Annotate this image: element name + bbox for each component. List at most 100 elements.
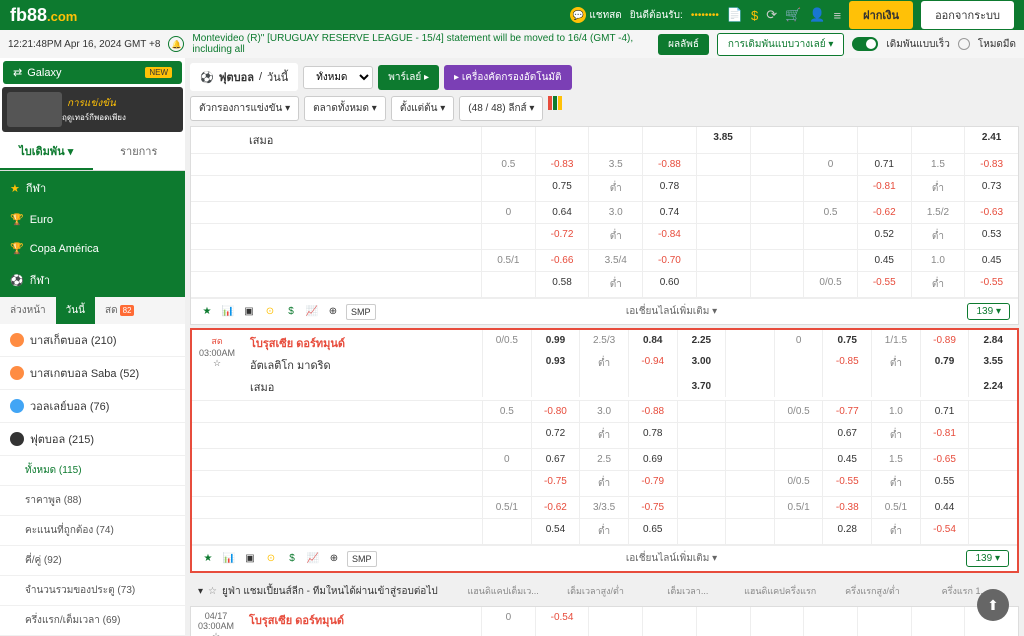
odds-cell[interactable]: 1.0 (911, 250, 965, 271)
smp-button[interactable]: SMP (346, 304, 376, 320)
odds-cell[interactable]: -0.66 (535, 250, 589, 271)
user-icon[interactable]: 👤 (809, 7, 825, 23)
odds-cell[interactable] (677, 423, 726, 448)
league-filter[interactable]: (48 / 48) ลีกส์ ▾ (459, 96, 543, 121)
subtab-live[interactable]: สด82 (95, 297, 145, 324)
odds-cell[interactable]: 0.5 (803, 202, 857, 223)
odds-cell[interactable] (677, 497, 726, 518)
odds-cell[interactable] (481, 272, 535, 297)
odds-cell[interactable] (968, 471, 1017, 496)
chart-icon[interactable]: 📈 (304, 304, 320, 320)
odds-cell[interactable]: 0.60 (642, 272, 696, 297)
odds-cell[interactable] (750, 202, 804, 223)
sport-subitem[interactable]: คะแนนที่ถูกต้อง (74) (0, 516, 185, 546)
odds-cell[interactable]: -0.55 (964, 272, 1018, 297)
odds-cell[interactable]: 0.78 (642, 176, 696, 201)
odds-cell[interactable]: 0 (774, 330, 823, 351)
odds-cell[interactable] (482, 519, 531, 544)
odds-cell[interactable]: 0.55 (920, 471, 969, 496)
odds-cell[interactable]: ต่ำ (911, 176, 965, 201)
odds-cell[interactable]: -0.62 (857, 202, 911, 223)
odds-cell[interactable]: -0.65 (920, 449, 969, 470)
odds-cell[interactable]: 3.5 (588, 154, 642, 175)
odds-cell[interactable]: 2.24 (968, 376, 1017, 397)
sport-subitem[interactable]: ครึ่งแรก/เต็มเวลา (69) (0, 606, 185, 636)
odds-cell[interactable] (628, 376, 677, 397)
odds-cell[interactable] (750, 250, 804, 271)
odds-cell[interactable]: -0.63 (964, 202, 1018, 223)
odds-cell[interactable]: ต่ำ (911, 224, 965, 249)
stream-icon[interactable]: ▣ (242, 551, 258, 567)
odds-cell[interactable]: 0 (803, 154, 857, 175)
sport-subitem[interactable]: ทั้งหมด (115) (0, 456, 185, 486)
sport-item[interactable]: วอลเลย์บอล (76) (0, 390, 185, 423)
odds-cell[interactable]: 0.5/1 (871, 497, 920, 518)
odds-cell[interactable]: -0.81 (920, 423, 969, 448)
odds-cell[interactable]: -0.79 (628, 471, 677, 496)
star-icon[interactable]: ☆ (196, 358, 238, 369)
odds-cell[interactable] (871, 376, 920, 397)
coin-icon[interactable]: ⊙ (263, 551, 279, 567)
expand-lines[interactable]: เอเชี่ยนไลน์เพิ่มเติม ▾ (626, 304, 717, 319)
results-button[interactable]: ผลลัพธ์ (658, 34, 709, 55)
odds-cell[interactable] (774, 423, 823, 448)
market-count[interactable]: 139 ▾ (967, 303, 1010, 320)
odds-cell[interactable]: 3/3.5 (579, 497, 628, 518)
odds-cell[interactable]: 3.0 (579, 401, 628, 422)
sport-item[interactable]: ฟุตบอล (215) (0, 423, 185, 456)
odds-cell[interactable] (481, 176, 535, 201)
logo[interactable]: fb88.com (10, 5, 77, 26)
odds-cell[interactable]: 0.71 (857, 154, 911, 175)
odds-cell[interactable] (750, 224, 804, 249)
odds-cell[interactable] (725, 401, 774, 422)
odds-cell[interactable]: ต่ำ (911, 272, 965, 297)
odds-cell[interactable]: 0.75 (535, 176, 589, 201)
odds-cell[interactable] (774, 376, 823, 397)
odds-cell[interactable]: ต่ำ (588, 272, 642, 297)
clock-icon[interactable]: ⊕ (325, 304, 341, 320)
odds-cell[interactable]: 0.45 (857, 250, 911, 271)
cat-sports2[interactable]: ⚽กีฬา (0, 263, 185, 297)
cat-euro[interactable]: 🏆Euro (0, 205, 185, 234)
odds-cell[interactable] (725, 351, 774, 376)
expand-lines[interactable]: เอเชี่ยนไลน์เพิ่มเติม ▾ (626, 551, 717, 566)
odds-cell[interactable] (968, 519, 1017, 544)
market-count[interactable]: 139 ▾ (966, 550, 1009, 567)
odds-cell[interactable]: ต่ำ (579, 519, 628, 544)
cat-copa[interactable]: 🏆Copa América (0, 234, 185, 263)
odds-cell[interactable]: -0.83 (535, 154, 589, 175)
odds-cell[interactable] (725, 519, 774, 544)
darkmode-toggle[interactable] (958, 38, 970, 50)
odds-cell[interactable] (696, 250, 750, 271)
odds-cell[interactable]: 0.84 (628, 330, 677, 351)
odds-cell[interactable]: 0 (482, 449, 531, 470)
odds-cell[interactable]: 0/0.5 (774, 401, 823, 422)
sport-item[interactable]: บาสเก็ตบอล (210) (0, 324, 185, 357)
odds-cell[interactable]: ต่ำ (871, 519, 920, 544)
odds-cell[interactable] (750, 272, 804, 297)
stream-icon[interactable]: ▣ (241, 304, 257, 320)
odds-cell[interactable]: 0 (481, 202, 535, 223)
filter-select[interactable]: ทั้งหมด (303, 66, 373, 89)
odds-cell[interactable]: -0.75 (531, 471, 580, 496)
galaxy-switch[interactable]: ⇄ GalaxyNEW (3, 61, 182, 84)
odds-cell[interactable] (677, 401, 726, 422)
odds-cell[interactable] (696, 154, 750, 175)
subtab-today[interactable]: วันนี้ (56, 297, 95, 324)
odds-cell[interactable]: -0.83 (964, 154, 1018, 175)
sort-filter[interactable]: ตั้งแต่ต้น ▾ (391, 96, 454, 121)
autofilter-button[interactable]: ▸ เครื่องคัดกรองอัตโนมัติ (444, 65, 571, 90)
star-icon[interactable]: ☆ (195, 631, 237, 636)
odds-cell[interactable]: 2.84 (968, 330, 1017, 351)
odds-cell[interactable] (968, 449, 1017, 470)
odds-cell[interactable]: 0.75 (822, 330, 871, 351)
odds-cell[interactable]: 1.5 (871, 449, 920, 470)
sport-subitem[interactable]: คี่/คู่ (92) (0, 546, 185, 576)
odds-cell[interactable]: -0.89 (920, 330, 969, 351)
odds-cell[interactable]: -0.38 (822, 497, 871, 518)
cat-sports[interactable]: ★กีฬา (0, 171, 185, 205)
odds-cell[interactable] (696, 202, 750, 223)
odds-cell[interactable]: ต่ำ (871, 471, 920, 496)
odds-cell[interactable]: 0.69 (628, 449, 677, 470)
odds-cell[interactable]: 0.99 (531, 330, 580, 351)
